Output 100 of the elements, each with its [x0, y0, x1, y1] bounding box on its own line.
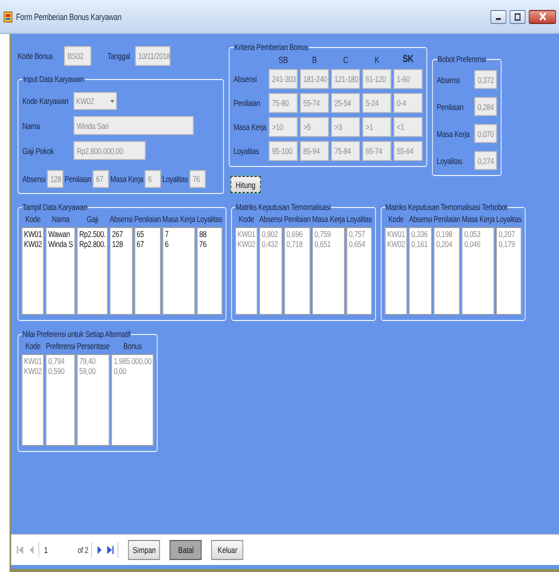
- list-item[interactable]: 6: [164, 239, 193, 249]
- list-box[interactable]: 267 128: [110, 227, 133, 315]
- list-box[interactable]: 7 6: [162, 227, 196, 315]
- input-field[interactable]: 75-80: [268, 93, 298, 113]
- column-header: Absensi: [259, 214, 282, 224]
- column-header: SB: [278, 54, 289, 64]
- minimize-button[interactable]: [490, 10, 506, 24]
- last-icon[interactable]: [106, 544, 115, 556]
- list-item[interactable]: 7: [164, 229, 193, 239]
- input-field[interactable]: <1: [394, 117, 422, 137]
- list-item[interactable]: KW01: [24, 229, 42, 239]
- list-item[interactable]: KW02: [24, 239, 42, 249]
- input-field[interactable]: 0,274: [474, 151, 497, 170]
- list-box[interactable]: Rp2.500. Rp2.800.: [76, 227, 108, 315]
- input-field[interactable]: Rp2.800.000,00: [74, 141, 146, 160]
- column-header: Nama: [52, 214, 70, 224]
- group-title: Matriks Keputusan Ternomalisasi Terbobot: [384, 202, 508, 212]
- input-field[interactable]: 75-84: [331, 141, 360, 161]
- column-header: Penilaian: [134, 214, 161, 224]
- group-title: Bobot Preferensi: [436, 54, 486, 64]
- column-header: Kode: [388, 214, 404, 224]
- action-button[interactable]: Batal: [170, 540, 202, 560]
- input-field[interactable]: BS02: [64, 46, 92, 66]
- input-field[interactable]: 55-74: [300, 93, 329, 113]
- hitung-button[interactable]: Hitung: [230, 176, 261, 193]
- input-field[interactable]: 6: [144, 170, 161, 188]
- input-field[interactable]: 0-4: [394, 93, 422, 113]
- row-label: Loyalitas: [436, 156, 464, 166]
- column-header: Loyalitas: [346, 214, 372, 224]
- column-header: Persentase: [76, 341, 110, 351]
- action-button[interactable]: Simpan: [128, 540, 160, 560]
- column-header: Gaji: [86, 214, 98, 224]
- field-label: Loyalitas: [162, 174, 188, 184]
- field-label: Absensi: [22, 174, 46, 184]
- list-item[interactable]: 76: [199, 239, 220, 249]
- input-field[interactable]: 0,284: [474, 97, 497, 116]
- list-box[interactable]: Wawan Winda S: [46, 227, 76, 315]
- input-field[interactable]: 65-74: [362, 141, 392, 161]
- input-field[interactable]: >5: [300, 117, 329, 137]
- list-item[interactable]: 267: [112, 229, 130, 239]
- list-item[interactable]: 65: [136, 229, 158, 239]
- input-field[interactable]: 241-303: [268, 69, 298, 89]
- maximize-button[interactable]: [510, 10, 526, 24]
- list-item[interactable]: 128: [112, 239, 130, 249]
- input-field[interactable]: 0,372: [474, 70, 497, 89]
- input-field[interactable]: 55-64: [394, 141, 422, 161]
- column-header: Loyalitas: [496, 214, 522, 224]
- list-item[interactable]: 88: [199, 229, 220, 239]
- next-icon[interactable]: [96, 544, 104, 556]
- input-field[interactable]: 10/11/2018: [134, 46, 170, 66]
- column-header: Absensi: [409, 214, 432, 224]
- close-icon: [538, 12, 546, 21]
- list-item[interactable]: Rp2.800.: [79, 239, 106, 249]
- input-field[interactable]: >10: [268, 117, 298, 137]
- input-field[interactable]: 181-240: [300, 69, 329, 89]
- input-field[interactable]: 1-60: [394, 69, 422, 89]
- field-label: Masa Kerja: [110, 174, 144, 184]
- column-header: Masa Kerja: [162, 214, 196, 224]
- input-field[interactable]: 121-180: [331, 69, 360, 89]
- form-icon: [3, 10, 13, 22]
- row-label: Absensi: [234, 74, 258, 84]
- list-item[interactable]: 67: [136, 239, 158, 249]
- position-field[interactable]: 1: [42, 543, 74, 557]
- field-label: Kode Bonus: [18, 51, 54, 61]
- input-field[interactable]: 95-100: [268, 141, 298, 161]
- column-header: Masa Kerja: [312, 214, 345, 224]
- input-field[interactable]: >3: [331, 117, 360, 137]
- column-header: Bonus: [123, 341, 142, 351]
- input-field[interactable]: 61-120: [362, 69, 392, 89]
- field-label: Penilaian: [64, 174, 92, 184]
- list-box[interactable]: KW01 KW02: [22, 227, 44, 315]
- column-header: Kode: [25, 214, 41, 224]
- group-title: Tampil Data Karyawan: [22, 202, 88, 212]
- column-header: Kode: [238, 214, 254, 224]
- list-box[interactable]: 65 67: [134, 227, 161, 315]
- list-item[interactable]: Winda S: [48, 239, 73, 249]
- input-field[interactable]: 25-54: [331, 93, 360, 113]
- row-label: Loyalitas: [234, 146, 260, 156]
- column-header: Preferensi: [46, 341, 76, 351]
- input-field[interactable]: 128: [47, 170, 64, 188]
- input-field[interactable]: 67: [92, 170, 109, 188]
- column-header: Penilaian: [434, 214, 460, 224]
- column-header: K: [373, 54, 380, 64]
- record-count: of 2: [78, 545, 88, 555]
- input-field[interactable]: Winda Sari: [74, 116, 194, 135]
- input-field[interactable]: 85-94: [300, 141, 329, 161]
- input-field[interactable]: 0,070: [474, 124, 497, 143]
- list-item[interactable]: Rp2.500.: [79, 229, 106, 239]
- list-item[interactable]: Wawan: [48, 229, 73, 239]
- list-box[interactable]: 88 76: [196, 227, 222, 315]
- action-button[interactable]: Keluar: [212, 540, 244, 560]
- input-field[interactable]: 76: [189, 170, 206, 188]
- field-label: Tanggal: [107, 51, 130, 61]
- close-button[interactable]: [528, 10, 556, 24]
- column-header: SK: [402, 54, 414, 65]
- dropdown[interactable]: KW02: [74, 92, 117, 110]
- field-label: Gaji Pokok: [22, 146, 55, 156]
- column-header: Masa Kerja: [462, 214, 495, 224]
- input-field[interactable]: 5-24: [362, 93, 392, 113]
- input-field[interactable]: >1: [362, 117, 392, 137]
